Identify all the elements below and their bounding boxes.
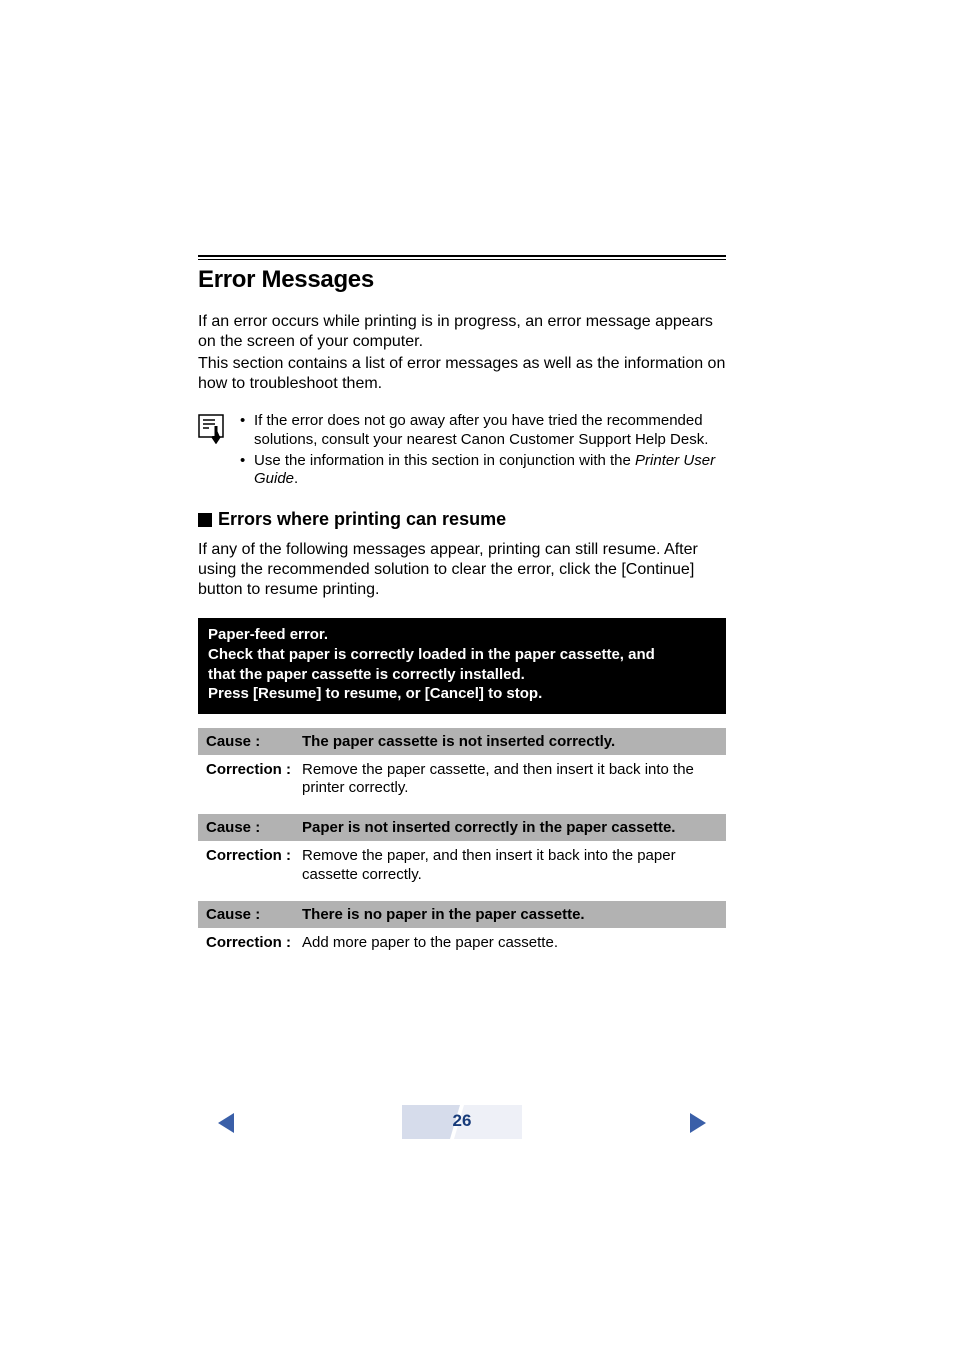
cause-2-text: Paper is not inserted correctly in the p… [302, 819, 718, 836]
note-item-2-text-a: Use the information in this section in c… [254, 452, 635, 469]
page-footer: 26 [198, 1105, 726, 1141]
subheading-errors-resume: Errors where printing can resume [198, 509, 726, 530]
intro-paragraph-2: This section contains a list of error me… [198, 354, 726, 394]
next-page-button[interactable] [688, 1111, 708, 1140]
note-list: If the error does not go away after you … [240, 412, 726, 491]
correction-2-text: Remove the paper, and then insert it bac… [302, 847, 718, 885]
correction-label: Correction : [206, 761, 296, 799]
correction-row-3: Correction : Add more paper to the paper… [198, 928, 726, 957]
heading-rule [198, 255, 726, 260]
correction-3-text: Add more paper to the paper cassette. [302, 934, 718, 953]
page-content: Error Messages If an error occurs while … [198, 255, 726, 956]
cause-row-3: Cause : There is no paper in the paper c… [198, 901, 726, 928]
square-bullet-icon [198, 513, 212, 527]
cause-row-1: Cause : The paper cassette is not insert… [198, 728, 726, 755]
cause-label: Cause : [206, 733, 288, 750]
note-item-1-text: If the error does not go away after you … [254, 412, 708, 448]
correction-label: Correction : [206, 934, 296, 953]
cause-3-text: There is no paper in the paper cassette. [302, 906, 718, 923]
subheading-text: Errors where printing can resume [218, 509, 506, 530]
intro-paragraph-1: If an error occurs while printing is in … [198, 312, 726, 352]
cause-label: Cause : [206, 906, 288, 923]
page-number: 26 [453, 1111, 472, 1131]
note-item-2-text-c: . [294, 470, 298, 487]
error-line-3: Press [Resume] to resume, or [Cancel] to… [208, 684, 716, 704]
error-line-2: that the paper cassette is correctly ins… [208, 665, 716, 685]
correction-1-text: Remove the paper cassette, and then inse… [302, 761, 718, 799]
sub-intro: If any of the following messages appear,… [198, 540, 726, 600]
error-message-box: Paper-feed error. Check that paper is co… [198, 618, 726, 714]
note-icon [198, 414, 226, 491]
heading-error-messages: Error Messages [198, 266, 726, 294]
cause-label: Cause : [206, 819, 288, 836]
correction-row-1: Correction : Remove the paper cassette, … [198, 755, 726, 803]
correction-row-2: Correction : Remove the paper, and then … [198, 841, 726, 889]
note-item-2: Use the information in this section in c… [240, 452, 726, 490]
prev-page-button[interactable] [216, 1111, 236, 1140]
note-block: If the error does not go away after you … [198, 412, 726, 491]
cause-1-text: The paper cassette is not inserted corre… [302, 733, 718, 750]
correction-label: Correction : [206, 847, 296, 885]
note-item-1: If the error does not go away after you … [240, 412, 726, 450]
error-title: Paper-feed error. [208, 626, 716, 643]
error-line-1: Check that paper is correctly loaded in … [208, 645, 716, 665]
cause-row-2: Cause : Paper is not inserted correctly … [198, 814, 726, 841]
